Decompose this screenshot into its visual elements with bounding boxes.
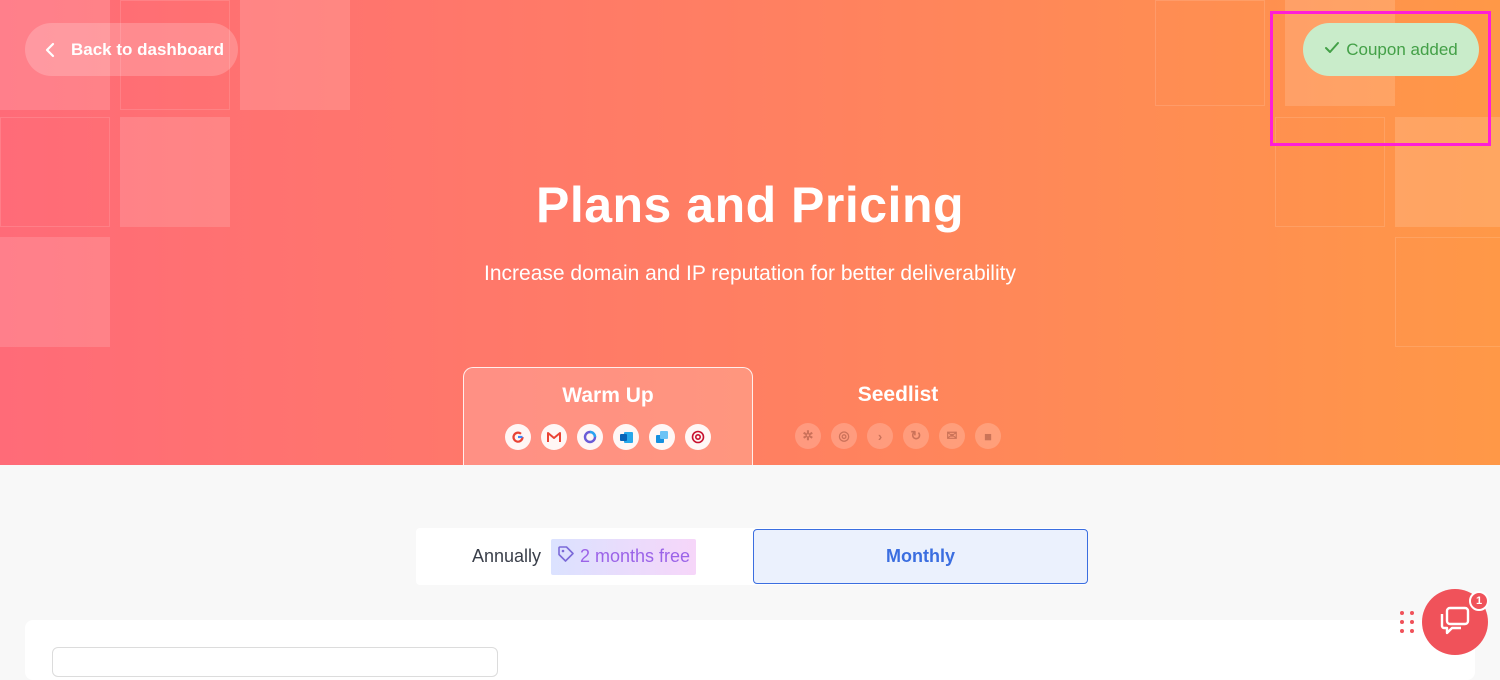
provider-icon: ◎ [831,423,857,449]
decorative-square [240,0,350,110]
pricing-card-field[interactable] [52,647,498,677]
promo-label: 2 months free [579,546,691,566]
decorative-square [1155,0,1265,106]
decorative-square [1395,237,1500,347]
coupon-added-badge: Coupon added [1303,23,1479,76]
annual-label: Annually [471,546,541,566]
google-icon [505,424,531,450]
tab-label: Seedlist [857,383,939,406]
outlook-icon [613,424,639,450]
monthly-option[interactable]: Monthly [753,529,1088,584]
decorative-square [0,237,110,347]
promo-badge: 2 months free [550,538,697,575]
brand-icon: ■ [975,423,1001,449]
mail-icon: ✉ [939,423,965,449]
annual-option[interactable]: Annually 2 months free [416,528,752,585]
gmail-icon [541,424,567,450]
provider-icons [505,424,711,450]
chat-notification-badge: 1 [1469,591,1489,611]
arrow-provider-icon: › [867,423,893,449]
hero-banner: Back to dashboard Coupon added Plans and… [0,0,1500,465]
tab-warm-up[interactable]: Warm Up [463,367,753,465]
back-to-dashboard-button[interactable]: Back to dashboard [25,23,238,76]
microsoft-icon [577,424,603,450]
chat-icon [1439,605,1471,640]
email-provider-icon [685,424,711,450]
tab-label: Warm Up [562,384,654,407]
drag-handle-icon[interactable] [1400,611,1415,633]
seedlist-provider-icons: ✲ ◎ › ↻ ✉ ■ [795,423,1001,449]
refresh-provider-icon: ↻ [903,423,929,449]
coupon-label: Coupon added [1346,39,1458,59]
tab-seedlist[interactable]: Seedlist ✲ ◎ › ↻ ✉ ■ [753,367,1043,465]
tag-icon [557,545,575,568]
back-button-label: Back to dashboard [71,39,225,59]
checkmark-icon [1324,40,1340,60]
page-title: Plans and Pricing [535,177,965,233]
billing-toggle: Annually 2 months free Monthly [416,528,1088,585]
hubspot-icon: ✲ [795,423,821,449]
exchange-icon [649,424,675,450]
chevron-left-icon [45,40,57,60]
page-subtitle: Increase domain and IP reputation for be… [484,262,1016,285]
